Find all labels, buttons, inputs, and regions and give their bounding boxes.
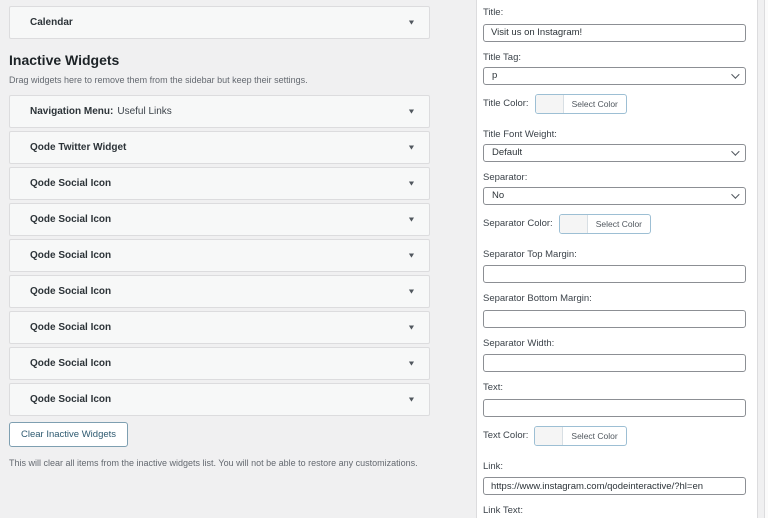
widget-title: Qode Social Icon — [30, 358, 112, 369]
field-title: Title: — [483, 6, 746, 42]
field-link-text: Link Text: — [483, 504, 746, 518]
field-title-font-weight: Title Font Weight: Default — [483, 128, 746, 162]
field-label: Link Text: — [483, 505, 523, 516]
inactive-widget-row[interactable]: Qode Social Icon ▼ — [9, 203, 430, 236]
widget-title: Qode Social Icon — [30, 214, 112, 225]
inactive-widget-row[interactable]: Qode Social Icon ▼ — [9, 383, 430, 416]
field-label: Separator Width: — [483, 337, 555, 349]
chevron-down-icon[interactable]: ▼ — [407, 144, 416, 151]
inactive-widget-row[interactable]: Qode Social Icon ▼ — [9, 239, 430, 272]
color-swatch — [559, 214, 588, 233]
inactive-widget-row[interactable]: Qode Social Icon ▼ — [9, 167, 430, 200]
inactive-widgets-heading: Inactive Widgets — [9, 52, 120, 68]
text-color-select-color-button[interactable]: Select Color — [534, 425, 627, 446]
widget-detail: Useful Links — [117, 106, 172, 117]
select-value: No — [492, 190, 505, 201]
clear-inactive-widgets-button[interactable]: Clear Inactive Widgets — [9, 422, 129, 447]
color-swatch — [535, 94, 564, 113]
inactive-widgets-list: Navigation Menu: Useful Links ▼ Qode Twi… — [9, 95, 430, 416]
title-tag-select[interactable]: p — [483, 66, 746, 85]
field-label: Title Font Weight: — [483, 128, 557, 140]
field-label: Separator Bottom Margin: — [483, 293, 592, 304]
widget-title: Qode Social Icon — [30, 250, 112, 261]
select-value: p — [492, 70, 498, 81]
widget-title: Qode Social Icon — [30, 394, 112, 405]
field-separator-top-margin: Separator Top Margin: — [483, 248, 746, 283]
chevron-down-icon[interactable]: ▼ — [407, 396, 416, 403]
field-title-color: Title Color: Select Color — [483, 93, 746, 114]
select-value: Default — [492, 147, 523, 158]
chevron-down-icon — [731, 69, 740, 79]
separator-color-select-color-button[interactable]: Select Color — [558, 213, 652, 234]
link-input[interactable] — [483, 477, 746, 495]
widget-title: Qode Twitter Widget — [30, 142, 127, 153]
inactive-widgets-description: Drag widgets here to remove them from th… — [9, 75, 308, 85]
inactive-widget-row[interactable]: Qode Social Icon ▼ — [9, 311, 430, 344]
chevron-down-icon[interactable]: ▼ — [407, 108, 416, 115]
chevron-down-icon[interactable]: ▼ — [407, 19, 416, 26]
field-text-color: Text Color: Select Color — [483, 425, 746, 446]
field-text: Text: — [483, 381, 746, 417]
chevron-down-icon[interactable]: ▼ — [407, 288, 416, 295]
chevron-down-icon — [731, 189, 740, 199]
widget-title: Calendar — [30, 17, 73, 28]
field-separator-bottom-margin: Separator Bottom Margin: — [483, 292, 746, 328]
chevron-down-icon[interactable]: ▼ — [407, 360, 416, 367]
field-label: Text Color: — [483, 430, 529, 441]
separator-top-margin-input[interactable] — [483, 265, 746, 283]
field-label: Title Tag: — [483, 51, 522, 63]
inactive-widget-row[interactable]: Qode Social Icon ▼ — [9, 275, 430, 308]
select-color-label: Select Color — [571, 98, 618, 109]
select-color-label: Select Color — [595, 218, 643, 229]
separator-bottom-margin-input[interactable] — [483, 309, 746, 328]
field-label: Separator Top Margin: — [483, 248, 577, 260]
text-input[interactable] — [483, 398, 746, 417]
field-label: Separator Color: — [483, 218, 553, 229]
widget-settings-fields: Title: Title Tag: p Title Color: Select … — [483, 6, 746, 518]
clear-inactive-widgets-note: This will clear all items from the inact… — [9, 458, 418, 468]
inactive-widget-row[interactable]: Qode Social Icon ▼ — [9, 347, 430, 380]
field-label: Link: — [483, 460, 504, 472]
title-font-weight-select[interactable]: Default — [483, 143, 746, 162]
widget-settings-panel: Title: Title Tag: p Title Color: Select … — [476, 0, 758, 518]
field-link: Link: — [483, 460, 746, 495]
chevron-down-icon — [731, 146, 740, 156]
chevron-down-icon[interactable]: ▼ — [407, 252, 416, 259]
inactive-widget-row[interactable]: Qode Twitter Widget ▼ — [9, 131, 430, 164]
widget-title: Qode Social Icon — [30, 322, 112, 333]
field-separator-color: Separator Color: Select Color — [483, 213, 746, 234]
separator-select[interactable]: No — [483, 186, 746, 205]
chevron-down-icon[interactable]: ▼ — [407, 216, 416, 223]
select-color-label: Select Color — [571, 430, 618, 441]
title-color-select-color-button[interactable]: Select Color — [534, 93, 627, 114]
chevron-down-icon[interactable]: ▼ — [407, 180, 416, 187]
field-separator: Separator: No — [483, 171, 746, 205]
field-label: Title Color: — [483, 98, 529, 109]
widget-title: Qode Social Icon — [30, 178, 112, 189]
inactive-widget-row[interactable]: Navigation Menu: Useful Links ▼ — [9, 95, 430, 128]
color-swatch — [535, 426, 564, 445]
title-input[interactable] — [483, 23, 746, 42]
widget-title: Qode Social Icon — [30, 286, 112, 297]
field-title-tag: Title Tag: p — [483, 51, 746, 85]
field-label: Separator: — [483, 171, 528, 183]
field-separator-width: Separator Width: — [483, 337, 746, 372]
field-label: Title: — [483, 7, 504, 18]
separator-width-input[interactable] — [483, 354, 746, 372]
widget-row-calendar[interactable]: Calendar ▼ — [9, 6, 430, 39]
field-label: Text: — [483, 382, 504, 393]
adjacent-panel-edge — [764, 0, 768, 518]
widget-title: Navigation Menu: — [30, 106, 114, 117]
chevron-down-icon[interactable]: ▼ — [407, 324, 416, 331]
widgets-left-column: Calendar ▼ Inactive Widgets Drag widgets… — [9, 0, 430, 469]
